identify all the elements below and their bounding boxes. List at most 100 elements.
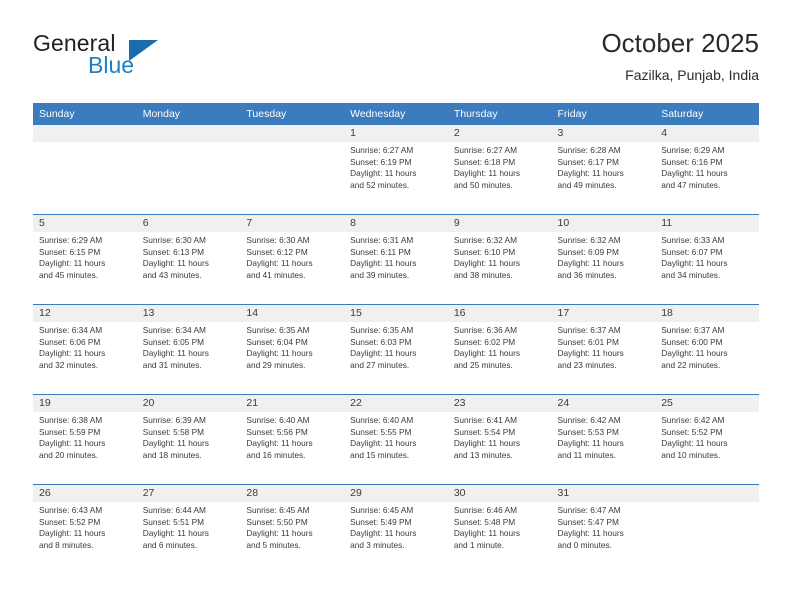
calendar-week-row: 5 Sunrise: 6:29 AM Sunset: 6:15 PM Daylight…: [33, 214, 759, 305]
sunset-time: Sunset: 6:18 PM: [453, 156, 516, 167]
calendar-day-cell[interactable]: 12 Sunrise: 6:34 AM Sunset: 6:06 PM Dayligh…: [33, 304, 137, 395]
daylight-duration-line2: and 13 minutes.: [453, 449, 513, 460]
daylight-duration-line2: and 27 minutes.: [350, 359, 410, 370]
calendar-day-cell[interactable]: 19 Sunrise: 6:38 AM Sunset: 5:59 PM Dayligh…: [33, 394, 137, 485]
calendar-header-row: Sunday Monday Tuesday Wednesday Thursday…: [33, 103, 759, 125]
calendar-day-cell[interactable]: 8 Sunrise: 6:31 AM Sunset: 6:11 PM Daylight…: [344, 214, 448, 305]
day-number: 18: [655, 305, 759, 322]
day-cell-inner: 10 Sunrise: 6:32 AM Sunset: 6:09 PM Dayligh…: [551, 215, 656, 304]
calendar-day-cell[interactable]: 17 Sunrise: 6:37 AM Sunset: 6:01 PM Dayligh…: [551, 304, 656, 395]
daylight-duration-line1: Daylight: 11 hours: [453, 258, 521, 269]
calendar-day-cell[interactable]: 18 Sunrise: 6:37 AM Sunset: 6:00 PM Dayligh…: [655, 304, 759, 395]
calendar-day-cell[interactable]: 25 Sunrise: 6:42 AM Sunset: 5:52 PM Dayligh…: [655, 394, 759, 485]
calendar-day-cell[interactable]: 7 Sunrise: 6:30 AM Sunset: 6:12 PM Daylight…: [240, 214, 345, 305]
day-sun-info: Sunrise: 6:29 AM Sunset: 6:15 PM Daylight:…: [33, 232, 137, 281]
sunrise-time: Sunrise: 6:37 AM: [661, 325, 725, 335]
daylight-duration-line1: Daylight: 11 hours: [246, 528, 313, 539]
sunrise-time: Sunrise: 6:36 AM: [453, 325, 517, 335]
day-number: 26: [33, 485, 137, 502]
calendar-week-row: 12 Sunrise: 6:34 AM Sunset: 6:06 PM Dayligh…: [33, 304, 759, 395]
day-cell-inner: 28 Sunrise: 6:45 AM Sunset: 5:50 PM Dayligh…: [240, 485, 345, 574]
calendar-day-cell[interactable]: 16 Sunrise: 6:36 AM Sunset: 6:02 PM Dayligh…: [447, 304, 552, 395]
calendar-day-cell[interactable]: 1 Sunrise: 6:27 AM Sunset: 6:19 PM Daylight…: [344, 125, 448, 215]
daylight-duration-line2: and 20 minutes.: [39, 449, 99, 460]
weekday-header-thursday: Thursday: [447, 103, 552, 125]
calendar-day-cell[interactable]: 30 Sunrise: 6:46 AM Sunset: 5:48 PM Dayligh…: [447, 484, 552, 574]
day-sun-info: Sunrise: 6:41 AM Sunset: 5:54 PM Daylight:…: [448, 412, 552, 461]
sunrise-sunset-calendar: Sunday Monday Tuesday Wednesday Thursday…: [33, 103, 759, 574]
sunrise-time: Sunrise: 6:40 AM: [246, 415, 310, 425]
calendar-day-cell[interactable]: 5 Sunrise: 6:29 AM Sunset: 6:15 PM Daylight…: [33, 214, 137, 305]
calendar-day-cell[interactable]: 27 Sunrise: 6:44 AM Sunset: 5:51 PM Dayligh…: [136, 484, 241, 574]
title-block: October 2025 Fazilka, Punjab, India: [601, 26, 759, 86]
calendar-day-cell[interactable]: 22 Sunrise: 6:40 AM Sunset: 5:55 PM Dayligh…: [344, 394, 448, 485]
calendar-day-cell[interactable]: 28 Sunrise: 6:45 AM Sunset: 5:50 PM Dayligh…: [240, 484, 345, 574]
day-cell-inner: 13 Sunrise: 6:34 AM Sunset: 6:05 PM Dayligh…: [136, 305, 241, 394]
calendar-day-cell[interactable]: 23 Sunrise: 6:41 AM Sunset: 5:54 PM Dayligh…: [447, 394, 552, 485]
sunrise-time: Sunrise: 6:33 AM: [661, 235, 725, 245]
day-number: [655, 485, 759, 502]
general-blue-logo[interactable]: General Blue: [33, 30, 253, 90]
sunrise-time: Sunrise: 6:34 AM: [39, 325, 103, 335]
page-header: General Blue October 2025 Fazilka, Punja…: [33, 28, 759, 98]
day-sun-info: Sunrise: 6:37 AM Sunset: 6:01 PM Daylight:…: [552, 322, 656, 371]
sunset-time: Sunset: 5:59 PM: [39, 426, 101, 437]
day-sun-info: Sunrise: 6:43 AM Sunset: 5:52 PM Daylight:…: [33, 502, 137, 551]
calendar-week-row: 19 Sunrise: 6:38 AM Sunset: 5:59 PM Dayligh…: [33, 394, 759, 485]
day-number: [33, 125, 137, 142]
daylight-duration-line2: and 39 minutes.: [350, 269, 410, 280]
calendar-day-cell[interactable]: 4 Sunrise: 6:29 AM Sunset: 6:16 PM Daylight…: [655, 125, 759, 215]
day-number: 11: [655, 215, 759, 232]
day-sun-info: Sunrise: 6:47 AM Sunset: 5:47 PM Daylight:…: [552, 502, 656, 551]
calendar-day-cell[interactable]: 10 Sunrise: 6:32 AM Sunset: 6:09 PM Dayligh…: [551, 214, 656, 305]
daylight-duration-line2: and 34 minutes.: [661, 269, 721, 280]
day-sun-info: Sunrise: 6:27 AM Sunset: 6:19 PM Daylight:…: [344, 142, 448, 191]
calendar-day-cell[interactable]: 24 Sunrise: 6:42 AM Sunset: 5:53 PM Dayligh…: [551, 394, 656, 485]
day-number: 24: [551, 395, 656, 412]
sunset-time: Sunset: 6:02 PM: [453, 336, 516, 347]
sunrise-time: Sunrise: 6:35 AM: [246, 325, 310, 335]
calendar-day-cell[interactable]: 9 Sunrise: 6:32 AM Sunset: 6:10 PM Daylight…: [447, 214, 552, 305]
day-number: 17: [551, 305, 656, 322]
sunset-time: Sunset: 6:16 PM: [661, 156, 723, 167]
daylight-duration-line1: Daylight: 11 hours: [661, 348, 728, 359]
day-sun-info: Sunrise: 6:32 AM Sunset: 6:09 PM Daylight:…: [552, 232, 656, 281]
day-sun-info: Sunrise: 6:38 AM Sunset: 5:59 PM Daylight:…: [33, 412, 137, 461]
calendar-day-cell[interactable]: 15 Sunrise: 6:35 AM Sunset: 6:03 PM Dayligh…: [344, 304, 448, 395]
sunset-time: Sunset: 6:10 PM: [453, 246, 516, 257]
day-number: 29: [344, 485, 448, 502]
calendar-day-cell[interactable]: 6 Sunrise: 6:30 AM Sunset: 6:13 PM Daylight…: [136, 214, 241, 305]
day-sun-info: Sunrise: 6:44 AM Sunset: 5:51 PM Daylight:…: [137, 502, 241, 551]
calendar-day-cell[interactable]: 3 Sunrise: 6:28 AM Sunset: 6:17 PM Daylight…: [551, 125, 656, 215]
day-cell-inner: 24 Sunrise: 6:42 AM Sunset: 5:53 PM Dayligh…: [551, 395, 656, 484]
day-sun-info: Sunrise: 6:34 AM Sunset: 6:06 PM Daylight:…: [33, 322, 137, 371]
day-sun-info: Sunrise: 6:30 AM Sunset: 6:12 PM Daylight:…: [240, 232, 344, 281]
day-cell-inner: [240, 125, 345, 214]
calendar-day-cell[interactable]: 21 Sunrise: 6:40 AM Sunset: 5:56 PM Dayligh…: [240, 394, 345, 485]
calendar-day-cell[interactable]: 14 Sunrise: 6:35 AM Sunset: 6:04 PM Dayligh…: [240, 304, 345, 395]
day-sun-info: Sunrise: 6:39 AM Sunset: 5:58 PM Daylight:…: [137, 412, 241, 461]
sunset-time: Sunset: 6:12 PM: [246, 246, 308, 257]
day-cell-inner: 30 Sunrise: 6:46 AM Sunset: 5:48 PM Dayligh…: [447, 485, 552, 574]
day-cell-inner: 15 Sunrise: 6:35 AM Sunset: 6:03 PM Dayligh…: [344, 305, 448, 394]
sunrise-time: Sunrise: 6:35 AM: [350, 325, 414, 335]
calendar-day-cell[interactable]: 31 Sunrise: 6:47 AM Sunset: 5:47 PM Dayligh…: [551, 484, 656, 574]
calendar-day-cell[interactable]: 26 Sunrise: 6:43 AM Sunset: 5:52 PM Dayligh…: [33, 484, 137, 574]
day-number: 30: [447, 485, 552, 502]
daylight-duration-line1: Daylight: 11 hours: [350, 348, 417, 359]
calendar-day-cell[interactable]: 20 Sunrise: 6:39 AM Sunset: 5:58 PM Dayligh…: [136, 394, 241, 485]
daylight-duration-line2: and 52 minutes.: [350, 179, 410, 190]
sunset-time: Sunset: 5:54 PM: [453, 426, 516, 437]
daylight-duration-line2: and 32 minutes.: [39, 359, 99, 370]
daylight-duration-line2: and 15 minutes.: [350, 449, 410, 460]
calendar-week-row: 1 Sunrise: 6:27 AM Sunset: 6:19 PM Daylight…: [33, 125, 759, 215]
sunset-time: Sunset: 6:01 PM: [557, 336, 619, 347]
day-sun-info: Sunrise: 6:42 AM Sunset: 5:53 PM Daylight:…: [552, 412, 656, 461]
calendar-day-cell[interactable]: 29 Sunrise: 6:45 AM Sunset: 5:49 PM Dayligh…: [344, 484, 448, 574]
daylight-duration-line2: and 6 minutes.: [142, 539, 198, 550]
calendar-day-cell[interactable]: 11 Sunrise: 6:33 AM Sunset: 6:07 PM Dayligh…: [655, 214, 759, 305]
sunset-time: Sunset: 6:00 PM: [661, 336, 723, 347]
calendar-day-cell[interactable]: 13 Sunrise: 6:34 AM Sunset: 6:05 PM Dayligh…: [136, 304, 241, 395]
calendar-day-cell[interactable]: 2 Sunrise: 6:27 AM Sunset: 6:18 PM Daylight…: [447, 125, 552, 215]
day-sun-info: Sunrise: 6:28 AM Sunset: 6:17 PM Daylight:…: [552, 142, 656, 191]
